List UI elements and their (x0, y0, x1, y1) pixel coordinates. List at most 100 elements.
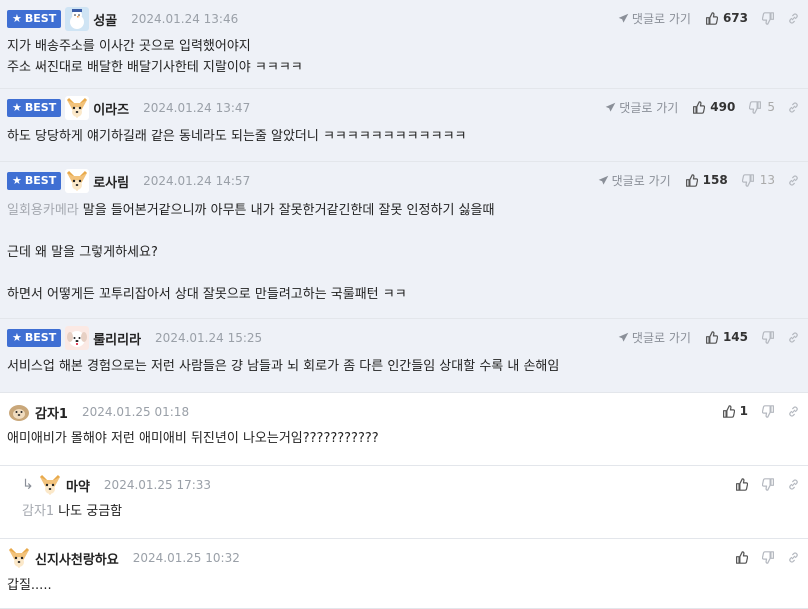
comment-item: 감자1 2024.01.25 01:18 1 애미애비가 몰해야 저런 애미애비 뒤진… (0, 393, 808, 466)
comment-list: ★ BEST 성골 2024.01.24 13:46 댓글로 가기 673 지가 배송주소를… (0, 0, 808, 609)
avatar[interactable] (65, 7, 93, 31)
permalink-button[interactable] (787, 12, 800, 25)
comment-item: ★ BEST 성골 2024.01.24 13:46 댓글로 가기 673 지가 배송주소를… (0, 0, 808, 89)
comment-text: 하도 당당하게 얘기하길래 같은 동네라도 되는줄 알았더니 ㅋㅋㅋㅋㅋㅋㅋㅋㅋ… (7, 129, 467, 144)
comment-text: 지가 배송주소를 이사간 곳으로 입력했어야지 (7, 39, 251, 54)
thumbs-up-icon (692, 100, 706, 114)
author-nick[interactable]: 성골 (93, 10, 117, 29)
thumbs-up-icon (685, 173, 698, 187)
reply-comment: ↳ 마약 2024.01.25 17:33 감자1 나도 궁금함 (0, 466, 808, 539)
avatar[interactable] (65, 169, 93, 193)
comment-text: 나도 궁금함 (58, 504, 123, 519)
dislike-button[interactable]: 13 (741, 173, 775, 187)
go-to-reply-link[interactable]: 댓글로 가기 (618, 329, 691, 346)
dislike-button[interactable] (762, 330, 775, 344)
link-icon (787, 405, 800, 418)
go-to-reply-link[interactable]: 댓글로 가기 (618, 10, 691, 27)
mention-link[interactable]: 일회용카메라 (7, 203, 79, 218)
link-icon (787, 174, 800, 187)
thumbs-down-icon (741, 173, 755, 187)
permalink-button[interactable] (787, 331, 800, 344)
dislike-button[interactable]: 5 (749, 100, 775, 114)
avatar[interactable] (65, 96, 93, 120)
like-count: 158 (702, 173, 728, 187)
star-icon: ★ (12, 331, 22, 344)
permalink-button[interactable] (787, 101, 800, 114)
permalink-button[interactable] (787, 551, 800, 564)
comment-line: 서비스업 해본 경험으로는 저런 사람들은 걍 남들과 뇌 회로가 좀 다른 인… (7, 356, 559, 377)
comment-actions: 댓글로 가기 145 (618, 327, 800, 347)
avatar[interactable] (65, 326, 93, 350)
author-nick[interactable]: 이라즈 (93, 99, 129, 118)
permalink-button[interactable] (787, 478, 800, 491)
dislike-button[interactable] (762, 550, 775, 564)
comment-item: ★ BEST 이라즈 2024.01.24 13:47 댓글로 가기 490 5 하도 당당하… (0, 89, 808, 162)
best-badge: ★ BEST (7, 10, 62, 28)
thumbs-down-icon (762, 404, 775, 418)
like-button[interactable]: 145 (705, 330, 748, 344)
best-label: BEST (24, 101, 57, 114)
comment-date: 2024.01.24 14:57 (143, 174, 251, 188)
link-icon (787, 101, 800, 114)
comment-body: 애미애비가 몰해야 저런 애미애비 뒤진년이 나오는거임??????????? (7, 428, 379, 449)
comment-header: ↳ 마약 2024.01.25 17:33 (22, 473, 211, 497)
author-nick[interactable]: 로사림 (93, 172, 129, 191)
send-icon (618, 13, 629, 24)
comment-line: 하도 당당하게 얘기하길래 같은 동네라도 되는줄 알았더니 ㅋㅋㅋㅋㅋㅋㅋㅋㅋ… (7, 126, 467, 147)
thumbs-down-icon (762, 477, 775, 491)
link-icon (787, 551, 800, 564)
author-nick[interactable]: 감자1 (35, 403, 68, 422)
comment-body: 일회용카메라 말을 들어본거같으니까 아무튼 내가 잘못한거같긴한데 잘못 인정하… (7, 200, 494, 305)
comment-text: 갑질..... (7, 578, 52, 593)
mention-link[interactable]: 감자1 (22, 504, 54, 519)
like-button[interactable] (735, 550, 748, 564)
comment-actions: 1 (722, 401, 800, 421)
permalink-button[interactable] (787, 174, 800, 187)
comment-body: 갑질..... (7, 575, 52, 596)
best-label: BEST (24, 331, 57, 344)
like-button[interactable]: 1 (722, 404, 748, 418)
dislike-button[interactable] (762, 477, 775, 491)
like-button[interactable]: 490 (692, 100, 735, 114)
comment-actions (735, 547, 800, 567)
avatar[interactable] (38, 473, 66, 497)
comment-line: 근데 왜 말을 그렇게하세요? (7, 242, 494, 263)
comment-item: 신지사천랑하요 2024.01.25 10:32 갑질..... (0, 539, 808, 609)
avatar[interactable] (7, 400, 35, 424)
author-nick[interactable]: 룰리리라 (93, 329, 141, 348)
like-button[interactable]: 673 (705, 11, 748, 25)
go-to-reply-link[interactable]: 댓글로 가기 (598, 172, 671, 189)
go-to-reply-label: 댓글로 가기 (611, 173, 671, 188)
thumbs-down-icon (762, 11, 775, 25)
reply-arrow-icon: ↳ (22, 477, 34, 493)
comment-actions: 댓글로 가기 490 5 (605, 97, 800, 117)
comment-header: 신지사천랑하요 2024.01.25 10:32 (7, 546, 240, 570)
star-icon: ★ (12, 12, 22, 25)
send-icon (618, 332, 629, 343)
comment-line: 감자1 나도 궁금함 (22, 501, 122, 522)
send-icon (598, 175, 609, 186)
comment-text: 애미애비가 몰해야 저런 애미애비 뒤진년이 나오는거임??????????? (7, 431, 379, 446)
dislike-button[interactable] (762, 11, 775, 25)
best-badge: ★ BEST (7, 172, 62, 190)
like-button[interactable]: 158 (685, 173, 728, 187)
author-nick[interactable]: 신지사천랑하요 (35, 549, 119, 568)
dislike-button[interactable] (762, 404, 775, 418)
go-to-reply-label: 댓글로 가기 (631, 11, 691, 26)
permalink-button[interactable] (787, 405, 800, 418)
best-label: BEST (24, 12, 57, 25)
dislike-count: 13 (759, 173, 775, 187)
go-to-reply-link[interactable]: 댓글로 가기 (605, 99, 678, 116)
comment-date: 2024.01.24 13:47 (143, 101, 251, 115)
comment-header: ★ BEST 이라즈 2024.01.24 13:47 (7, 96, 251, 120)
like-button[interactable] (735, 477, 748, 491)
thumbs-up-icon (705, 330, 718, 344)
comment-date: 2024.01.25 01:18 (81, 405, 190, 419)
comment-body: 서비스업 해본 경험으로는 저런 사람들은 걍 남들과 뇌 회로가 좀 다른 인… (7, 356, 559, 377)
comment-text: 주소 써진대로 배달한 배달기사한테 지랄이야 ㅋㅋㅋㅋ (7, 60, 303, 75)
avatar[interactable] (7, 546, 35, 570)
star-icon: ★ (12, 174, 22, 187)
author-nick[interactable]: 마약 (66, 476, 90, 495)
link-icon (787, 12, 800, 25)
comment-text: 하면서 어떻게든 꼬투리잡아서 상대 잘못으로 만들려고하는 국룰패턴 ㅋㅋ (7, 287, 407, 302)
